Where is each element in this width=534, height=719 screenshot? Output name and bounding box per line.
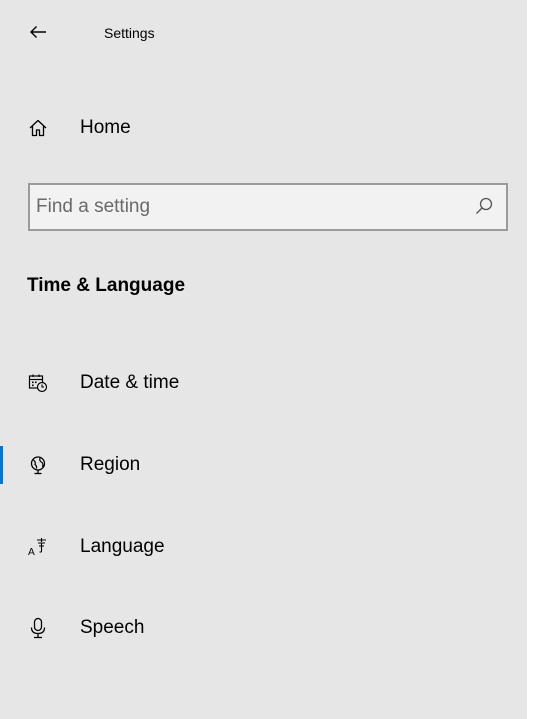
app-title: Settings xyxy=(104,25,155,41)
search-icon[interactable] xyxy=(474,196,494,216)
nav-home[interactable]: Home xyxy=(0,106,527,150)
calendar-clock-icon xyxy=(27,372,49,394)
microphone-icon xyxy=(27,617,49,639)
search-box[interactable] xyxy=(28,183,508,231)
nav-home-label: Home xyxy=(80,117,131,138)
sidebar-item-date-time-label: Date & time xyxy=(80,372,180,393)
arrow-left-icon xyxy=(30,26,46,38)
section-title: Time & Language xyxy=(27,275,186,296)
globe-icon xyxy=(27,454,49,476)
sidebar-item-speech-label: Speech xyxy=(80,617,145,638)
sidebar-item-language-label: Language xyxy=(80,536,165,557)
sidebar-item-speech[interactable]: Speech xyxy=(0,606,527,650)
settings-nav-pane: Settings Home Time & Language xyxy=(0,0,527,719)
svg-text:A: A xyxy=(28,547,35,558)
sidebar-item-language[interactable]: A Language xyxy=(0,525,527,569)
title-bar: Settings xyxy=(0,0,527,64)
settings-window: Settings Home Time & Language xyxy=(0,0,534,719)
sidebar-item-region-label: Region xyxy=(80,454,141,475)
home-icon xyxy=(27,117,49,139)
search-input[interactable] xyxy=(36,185,456,229)
language-icon: A xyxy=(27,536,49,558)
back-button[interactable] xyxy=(20,14,56,50)
sidebar-item-region[interactable]: Region xyxy=(0,443,527,487)
sidebar-item-date-time[interactable]: Date & time xyxy=(0,361,527,405)
